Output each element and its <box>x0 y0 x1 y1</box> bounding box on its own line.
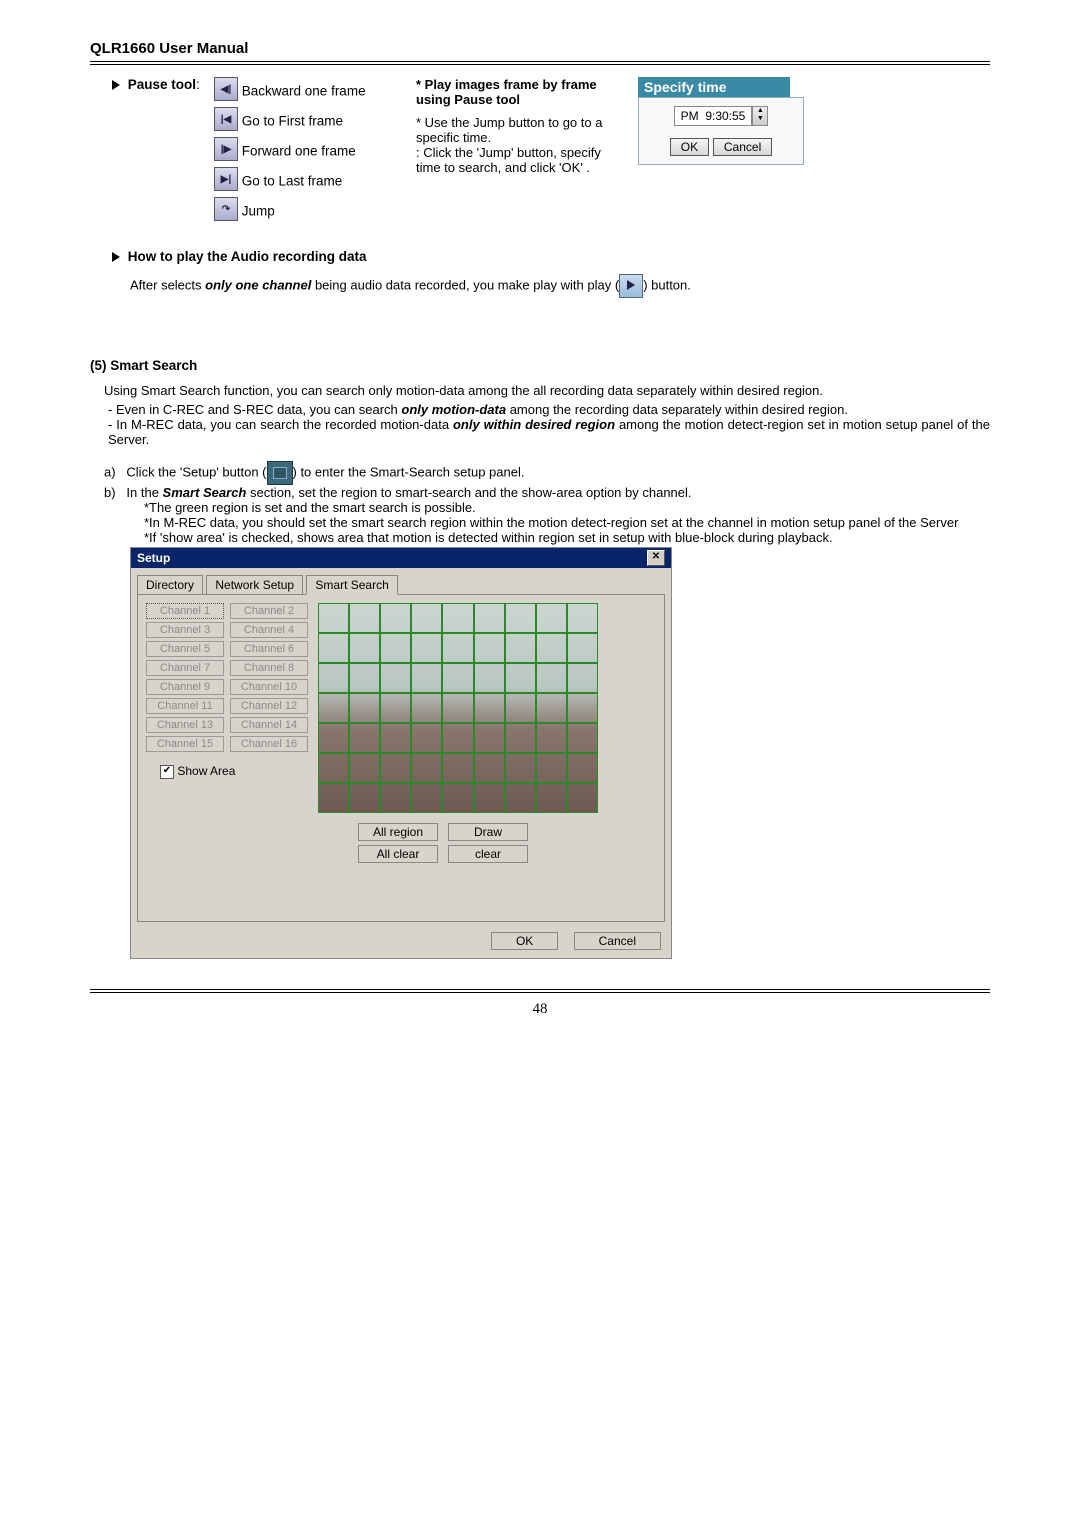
channel-button[interactable]: Channel 7 <box>146 660 224 676</box>
close-icon[interactable]: ✕ <box>647 550 665 566</box>
draw-button[interactable]: Draw <box>448 823 528 841</box>
tab-smart-search[interactable]: Smart Search <box>306 575 397 595</box>
specify-time-title: Specify time <box>638 77 790 97</box>
clear-button[interactable]: clear <box>448 845 528 863</box>
all-clear-button[interactable]: All clear <box>358 845 438 863</box>
jump-icon: ↷ <box>214 197 238 221</box>
first-frame-icon: |◀ <box>214 107 238 131</box>
triangle-icon <box>112 252 120 262</box>
triangle-icon <box>112 80 120 90</box>
channel-button[interactable]: Channel 13 <box>146 717 224 733</box>
cancel-button[interactable]: Cancel <box>713 138 772 156</box>
camera-preview[interactable] <box>318 603 598 813</box>
ok-button[interactable]: OK <box>491 932 558 950</box>
setup-dialog: Setup ✕ Directory Network Setup Smart Se… <box>130 547 672 959</box>
label: Forward one frame <box>242 144 356 159</box>
dialog-title: Setup <box>137 551 170 565</box>
ss-paragraph: Using Smart Search function, you can sea… <box>90 383 990 398</box>
time-spinner[interactable]: ▲▼ <box>752 106 768 126</box>
channel-button[interactable]: Channel 1 <box>146 603 224 619</box>
ok-button[interactable]: OK <box>670 138 709 156</box>
text: After selects <box>130 277 205 292</box>
channel-button[interactable]: Channel 3 <box>146 622 224 638</box>
channel-button[interactable]: Channel 4 <box>230 622 308 638</box>
step-b: b) In the Smart Search section, set the … <box>104 485 990 500</box>
page-number: 48 <box>90 1001 990 1018</box>
note: *If 'show area' is checked, shows area t… <box>104 530 990 545</box>
all-region-button[interactable]: All region <box>358 823 438 841</box>
channel-button[interactable]: Channel 15 <box>146 736 224 752</box>
channel-button[interactable]: Channel 5 <box>146 641 224 657</box>
channel-button[interactable]: Channel 11 <box>146 698 224 714</box>
channel-button[interactable]: Channel 6 <box>230 641 308 657</box>
note: *In M-REC data, you should set the smart… <box>104 515 990 530</box>
channel-button[interactable]: Channel 10 <box>230 679 308 695</box>
audio-heading: How to play the Audio recording data <box>128 249 367 264</box>
region-grid[interactable] <box>318 603 598 813</box>
forward-frame-icon: |▶ <box>214 137 238 161</box>
smart-search-heading: (5) Smart Search <box>90 358 197 373</box>
em: only one channel <box>205 277 311 292</box>
channel-button[interactable]: Channel 2 <box>230 603 308 619</box>
last-frame-icon: ▶| <box>214 167 238 191</box>
cancel-button[interactable]: Cancel <box>574 932 661 950</box>
frame-title: Play images frame by frame using Pause t… <box>416 77 597 107</box>
bullet: In M-REC data, you can search the record… <box>108 417 990 447</box>
text: ) button. <box>643 277 691 292</box>
frame-click: : Click the 'Jump' button, specify time … <box>416 145 626 175</box>
setup-icon <box>267 461 293 485</box>
frame-use: * Use the Jump button to go to a specifi… <box>416 115 626 145</box>
specify-time-dialog: PM 9:30:55▲▼ OK Cancel <box>638 97 804 165</box>
note: *The green region is set and the smart s… <box>104 500 990 515</box>
bullet: Even in C-REC and S-REC data, you can se… <box>108 402 990 417</box>
tab-directory[interactable]: Directory <box>137 575 203 594</box>
label: Go to First frame <box>242 114 343 129</box>
pause-tool-label: Pause tool <box>128 77 196 92</box>
ampm-field[interactable]: PM 9:30:55 <box>674 106 753 126</box>
tab-bar: Directory Network Setup Smart Search <box>131 568 671 594</box>
channel-button[interactable]: Channel 9 <box>146 679 224 695</box>
tab-network[interactable]: Network Setup <box>206 575 303 594</box>
channel-button[interactable]: Channel 12 <box>230 698 308 714</box>
channel-button[interactable]: Channel 8 <box>230 660 308 676</box>
label: Go to Last frame <box>242 174 343 189</box>
backward-frame-icon: ◀| <box>214 77 238 101</box>
channel-button[interactable]: Channel 16 <box>230 736 308 752</box>
channel-button[interactable]: Channel 14 <box>230 717 308 733</box>
play-icon <box>619 274 643 298</box>
text: being audio data recorded, you make play… <box>311 277 619 292</box>
step-a: a) Click the 'Setup' button () to enter … <box>104 461 990 485</box>
label: Backward one frame <box>242 84 366 99</box>
doc-header: QLR1660 User Manual <box>90 40 990 65</box>
label: Jump <box>242 204 275 219</box>
